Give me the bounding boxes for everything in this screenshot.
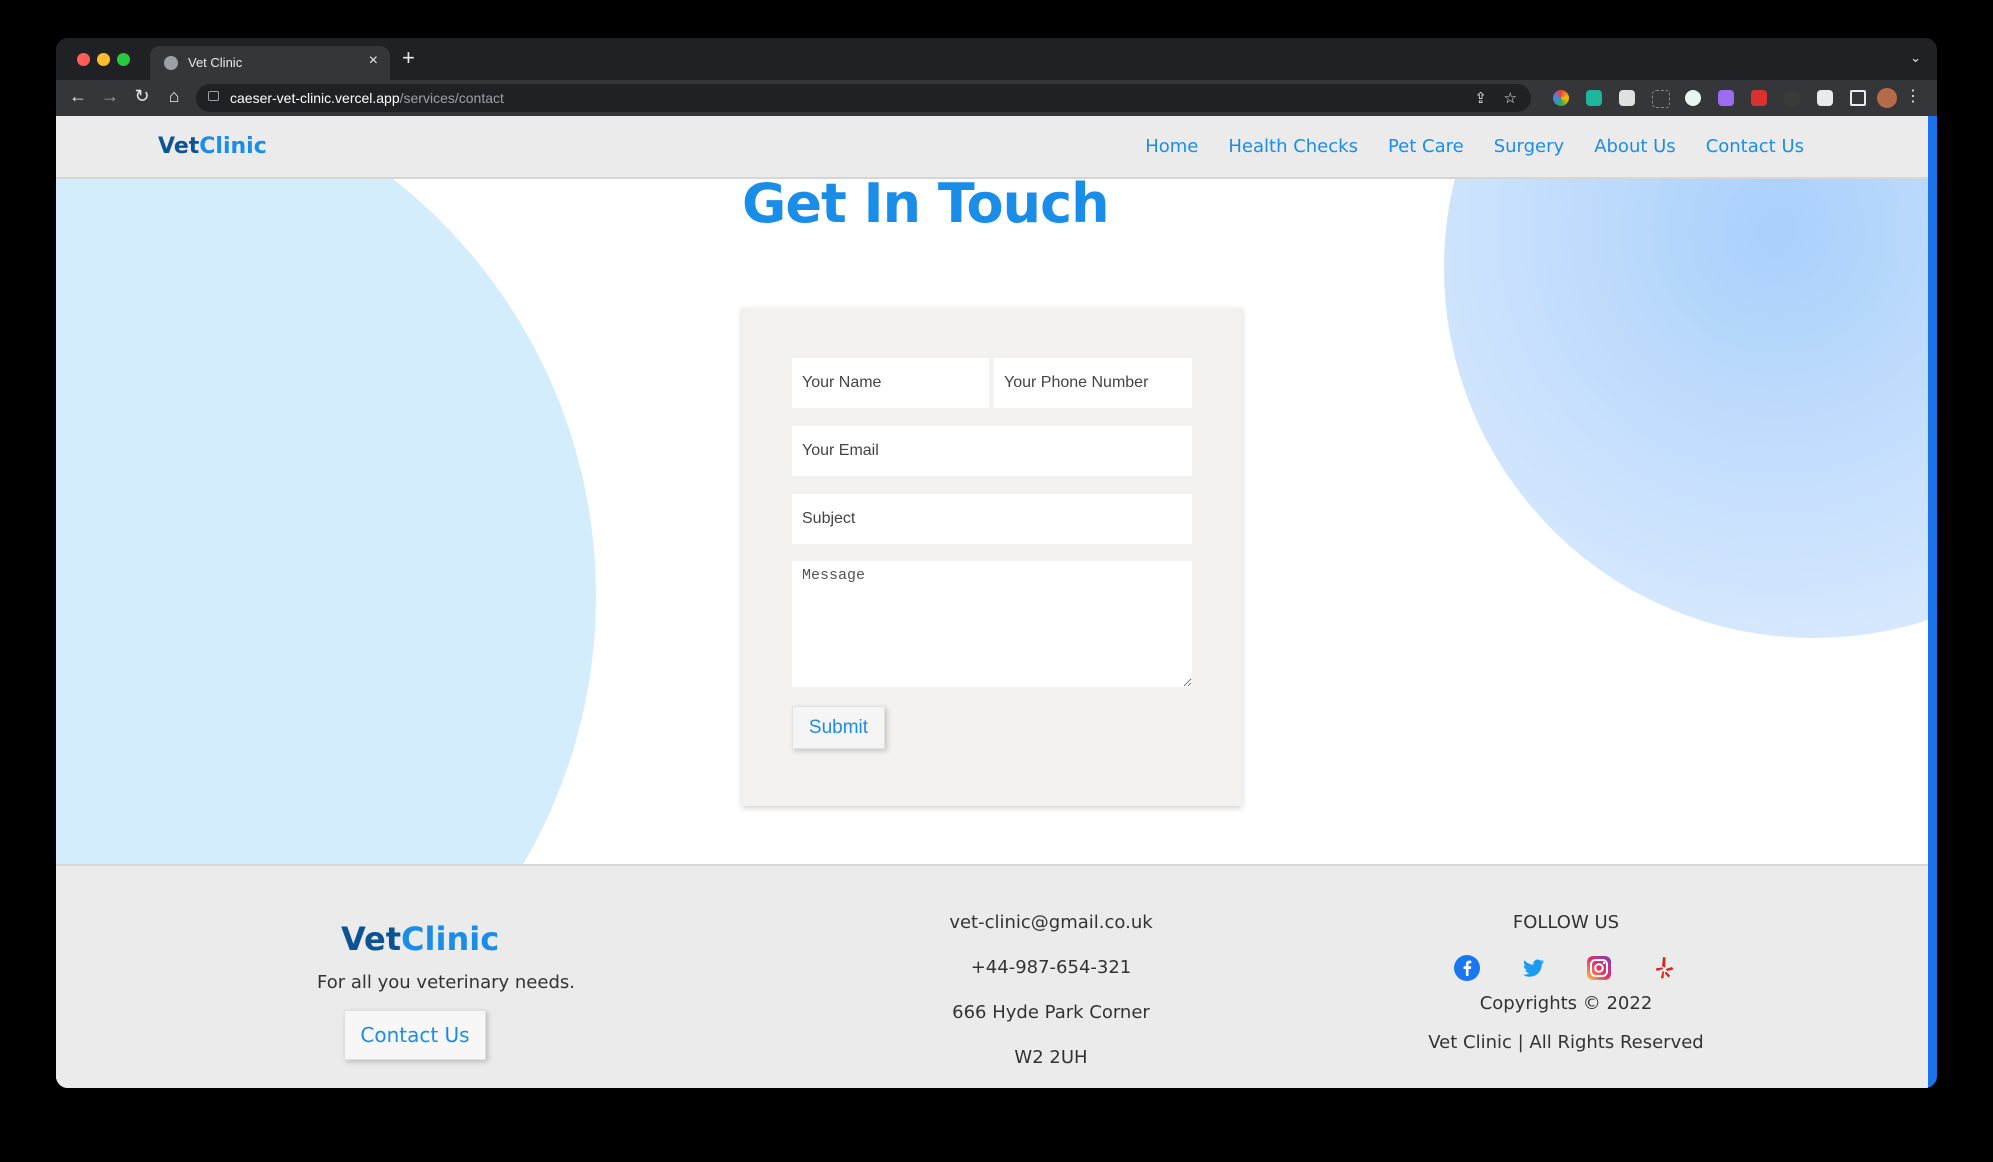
footer-email[interactable]: vet-clinic@gmail.co.uk [856,912,1246,957]
contact-form: Submit [742,308,1242,806]
close-window-button[interactable] [77,53,90,66]
rights-text: Vet Clinic | All Rights Reserved [1428,1032,1704,1053]
nav-home[interactable]: Home [1145,136,1198,157]
tab-search-chevron-icon[interactable]: ⌄ [1910,50,1921,66]
browser-toolbar: ← → ↻ ⌂ caeser-vet-clinic.vercel.app/ser… [56,80,1937,116]
extension-calendar-icon[interactable] [1619,90,1635,106]
url-text: caeser-vet-clinic.vercel.app/services/co… [230,90,504,106]
extension-screenshot-icon[interactable] [1652,90,1670,108]
footer-contact-button[interactable]: Contact Us [344,1010,486,1060]
footer-logo[interactable]: VetClinic [341,920,499,958]
zoom-window-button[interactable] [117,53,130,66]
nav-health-checks[interactable]: Health Checks [1228,136,1358,157]
site-navbar: VetClinic Home Health Checks Pet Care Su… [56,116,1928,179]
home-button[interactable]: ⌂ [162,86,186,107]
footer-tagline: For all you veterinary needs. [317,972,575,993]
forward-button[interactable]: → [98,86,122,107]
extension-purple-icon[interactable] [1718,90,1734,106]
footer-phone[interactable]: +44-987-654-321 [856,957,1246,1002]
globe-icon [164,56,178,70]
site-logo[interactable]: VetClinic [158,134,267,159]
browser-menu-icon[interactable]: ⋮ [1905,86,1921,106]
nav-about-us[interactable]: About Us [1594,136,1676,157]
site-nav-links: Home Health Checks Pet Care Surgery Abou… [1145,136,1804,157]
tab-strip: Vet Clinic × + ⌄ [56,38,1937,80]
follow-us-label: FOLLOW US [1512,912,1620,933]
bookmark-star-icon[interactable]: ☆ [1504,89,1517,107]
twitter-icon[interactable] [1520,955,1546,981]
back-button[interactable]: ← [66,86,90,107]
puzzle-extensions-icon[interactable] [1817,90,1833,106]
name-input[interactable] [792,358,989,408]
profile-avatar[interactable] [1877,88,1897,108]
submit-button[interactable]: Submit [792,706,885,749]
decorative-circle-right [1444,116,1928,638]
reload-button[interactable]: ↻ [130,86,154,107]
minimize-window-button[interactable] [97,53,110,66]
footer-contact-info: vet-clinic@gmail.co.uk +44-987-654-321 6… [856,912,1246,1088]
nav-contact-us[interactable]: Contact Us [1706,136,1804,157]
footer-address-line1: 666 Hyde Park Corner [952,1002,1150,1023]
footer-social: FOLLOW US Copyrights © 2022 Vet Clinic |… [1396,912,1736,1053]
page-scrollbar[interactable] [1928,116,1937,1088]
site-footer: VetClinic For all you veterinary needs. … [56,864,1928,1088]
browser-tab[interactable]: Vet Clinic × [150,46,390,80]
phone-input[interactable] [994,358,1192,408]
yelp-icon[interactable] [1652,955,1678,981]
social-icons [1396,955,1736,981]
extension-teal-icon[interactable] [1586,90,1602,106]
close-tab-icon[interactable]: × [369,52,378,70]
page-title: Get In Touch [742,172,1110,235]
browser-window: Vet Clinic × + ⌄ ← → ↻ ⌂ caeser-vet-clin… [56,38,1937,1088]
extension-red-icon[interactable] [1751,90,1767,106]
copyright-text: Copyrights © 2022 [1479,993,1653,1014]
address-bar[interactable]: caeser-vet-clinic.vercel.app/services/co… [196,84,1531,112]
email-input[interactable] [792,426,1192,476]
footer-address-line2: W2 2UH [1014,1047,1088,1068]
instagram-icon[interactable] [1586,955,1612,981]
share-icon[interactable]: ⇪ [1474,89,1487,107]
lock-icon [208,91,219,101]
nav-pet-care[interactable]: Pet Care [1388,136,1464,157]
message-textarea[interactable] [792,561,1192,687]
tab-title: Vet Clinic [188,55,243,70]
extension-w-icon[interactable] [1685,90,1701,106]
side-panel-icon[interactable] [1850,90,1866,106]
nav-surgery[interactable]: Surgery [1494,136,1564,157]
extension-dark-icon[interactable] [1784,90,1800,106]
subject-input[interactable] [792,494,1192,544]
facebook-icon[interactable] [1454,955,1480,981]
extension-color-icon[interactable] [1553,90,1569,106]
new-tab-button[interactable]: + [402,47,415,69]
web-page: VetClinic Home Health Checks Pet Care Su… [56,116,1928,1088]
